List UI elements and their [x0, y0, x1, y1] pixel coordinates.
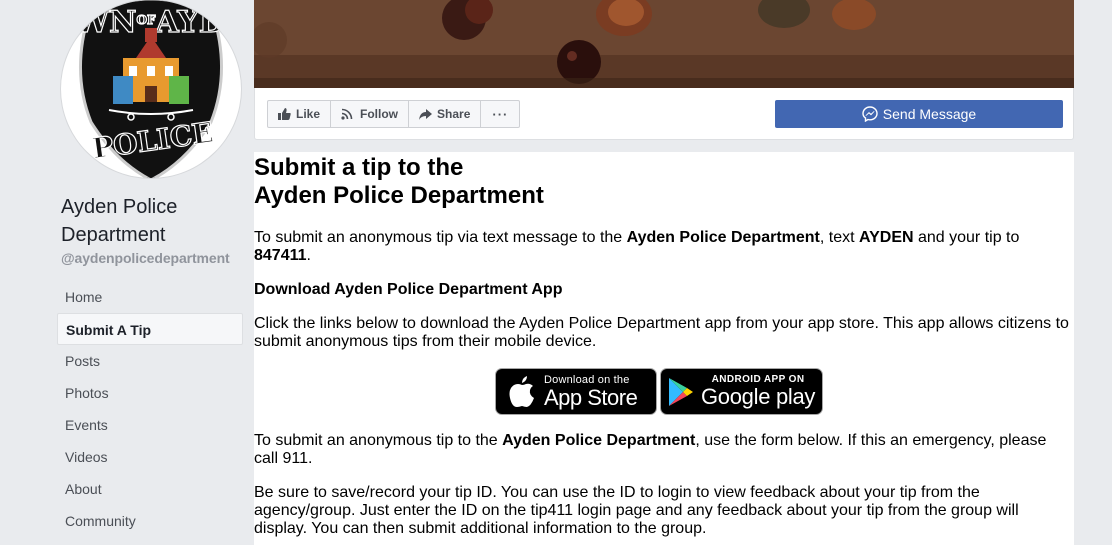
app-store-badge[interactable]: Download on the App Store: [495, 368, 657, 415]
action-button-group: Like Follow Share ···: [267, 100, 521, 128]
send-message-label: Send Message: [882, 106, 977, 122]
share-arrow-icon: [419, 108, 433, 120]
follow-label: Follow: [360, 107, 399, 121]
p1-dept-name: Ayden Police Department: [626, 229, 820, 246]
sidebar-item-home[interactable]: Home: [57, 281, 243, 313]
p1-shortcode: 847411: [254, 247, 307, 264]
rss-icon: [341, 108, 353, 120]
p3-text-a: To submit an anonymous tip to the: [254, 432, 503, 449]
cover-photo[interactable]: [254, 0, 1074, 88]
thumbs-up-icon: [278, 108, 291, 120]
title-line-2: Ayden Police Department: [254, 182, 544, 209]
app-store-big-text: App Store: [544, 384, 638, 410]
sidebar-item-events[interactable]: Events: [57, 409, 243, 441]
send-message-button[interactable]: Send Message: [775, 100, 1063, 128]
page-title: Submit a tip to the Ayden Police Departm…: [254, 154, 544, 210]
google-play-badge[interactable]: ANDROID APP ON Google play: [660, 368, 823, 415]
share-label: Share: [437, 107, 471, 121]
follow-button[interactable]: Follow: [330, 100, 410, 128]
more-options-button[interactable]: ···: [480, 100, 521, 128]
app-heading: Download Ayden Police Department App: [254, 281, 563, 298]
apple-icon: [509, 375, 534, 407]
more-icon: ···: [492, 106, 509, 122]
sidebar-item-posts[interactable]: Posts: [57, 345, 243, 377]
sidebar-item-videos[interactable]: Videos: [57, 441, 243, 473]
p1-text-g: .: [306, 247, 311, 264]
messenger-icon: [862, 106, 878, 122]
tip-id-paragraph: Be sure to save/record your tip ID. You …: [254, 484, 1019, 537]
p1-keyword: AYDEN: [859, 229, 914, 246]
like-label: Like: [296, 107, 321, 121]
sidebar-nav: Home Submit A Tip Posts Photos Events Vi…: [57, 281, 243, 537]
sidebar-item-submit-a-tip[interactable]: Submit A Tip: [57, 313, 243, 345]
google-play-big-text: Google play: [701, 384, 816, 409]
sidebar-item-about[interactable]: About: [57, 473, 243, 505]
like-button[interactable]: Like: [267, 100, 332, 128]
tip-content-panel: Submit a tip to the Ayden Police Departm…: [254, 152, 1074, 545]
google-play-icon: [669, 377, 693, 406]
share-button[interactable]: Share: [408, 100, 482, 128]
p1-text-e: and your tip to: [913, 229, 1020, 246]
sidebar-item-photos[interactable]: Photos: [57, 377, 243, 409]
app-store-badges: Download on the App Store ANDROID APP ON…: [495, 368, 823, 415]
cover-image: [254, 0, 1074, 88]
p1-text-c: , text: [819, 229, 859, 246]
app-store-small-text: Download on the: [544, 373, 630, 386]
title-line-1: Submit a tip to the: [254, 154, 464, 181]
p3-dept-name: Ayden Police Department: [502, 432, 696, 449]
app-download-paragraph: Click the links below to download the Ay…: [254, 315, 1069, 350]
form-intro-paragraph: To submit an anonymous tip to the Ayden …: [254, 432, 1070, 468]
page-action-bar: Like Follow Share ··· Send Message: [254, 88, 1074, 140]
page-handle[interactable]: @aydenpolicedepartment: [61, 250, 230, 266]
sidebar-item-community[interactable]: Community: [57, 505, 243, 537]
p1-text-a: To submit an anonymous tip via text mess…: [254, 229, 627, 246]
police-badge-logo: TOWNOFAYDEN POLICE: [61, 0, 241, 178]
profile-picture[interactable]: TOWNOFAYDEN POLICE: [61, 0, 241, 178]
page-name[interactable]: Ayden Police Department: [61, 193, 246, 249]
text-tip-paragraph: To submit an anonymous tip via text mess…: [254, 229, 1070, 265]
